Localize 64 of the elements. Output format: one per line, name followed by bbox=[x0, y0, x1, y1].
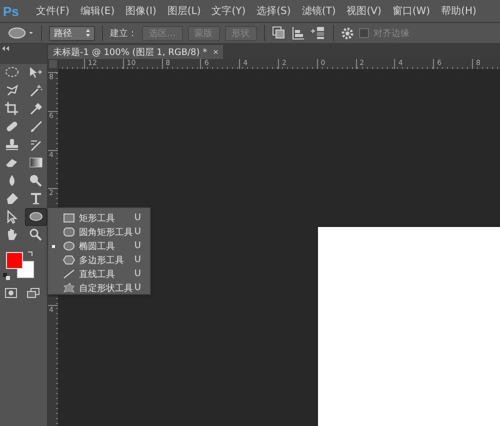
ellipse-icon bbox=[29, 210, 43, 224]
dropdown-arrow-icon bbox=[86, 29, 90, 37]
collapse-icon[interactable] bbox=[2, 46, 10, 51]
lollipop-icon bbox=[29, 174, 43, 188]
pen-icon bbox=[5, 192, 19, 206]
path-operations-icon[interactable] bbox=[272, 26, 286, 40]
rectangle-icon bbox=[63, 213, 75, 223]
shortcut-key: U bbox=[134, 241, 141, 251]
lasso-icon bbox=[5, 84, 19, 98]
menu-item[interactable]: 选择(S) bbox=[256, 4, 291, 18]
eraser-icon bbox=[5, 156, 19, 170]
foreground-color-swatch[interactable] bbox=[6, 252, 23, 269]
shortcut-key: U bbox=[134, 283, 141, 293]
app-logo: Ps bbox=[3, 4, 19, 18]
menu-item[interactable]: 椭圆工具 bbox=[79, 240, 134, 252]
wand-icon bbox=[29, 84, 43, 98]
menu-item[interactable]: 图像(I) bbox=[126, 4, 156, 18]
menu-item[interactable]: 视图(V) bbox=[346, 4, 382, 18]
gradient-icon bbox=[29, 156, 43, 170]
menu-item[interactable]: 直线工具 bbox=[79, 268, 134, 280]
arrow-cursor-icon bbox=[5, 210, 19, 224]
shortcut-key: U bbox=[134, 255, 141, 265]
menu-item[interactable]: 图层(L) bbox=[167, 4, 201, 18]
menu-item[interactable]: 帮助(H) bbox=[441, 4, 476, 18]
move-arrow-icon bbox=[29, 66, 43, 80]
brush-icon bbox=[29, 120, 43, 134]
tool-button[interactable] bbox=[25, 208, 47, 226]
menu-item[interactable]: 滤镜(T) bbox=[302, 4, 336, 18]
ellipse-icon bbox=[63, 241, 75, 251]
swap-colors-icon[interactable] bbox=[27, 250, 34, 257]
menu-item[interactable]: 文件(F) bbox=[36, 4, 70, 18]
brush-icon bbox=[29, 138, 43, 152]
blob-shape-icon bbox=[63, 283, 75, 293]
hand-icon bbox=[5, 228, 19, 242]
menu-item[interactable]: 矩形工具 bbox=[79, 212, 134, 224]
line-icon bbox=[63, 269, 75, 279]
menu-item[interactable]: 文字(Y) bbox=[212, 4, 246, 18]
document-tab[interactable]: 未标题-1 @ 100% (图层 1, RGB/8) * × bbox=[48, 45, 224, 59]
close-button[interactable]: × bbox=[213, 47, 218, 57]
shortcut-key: U bbox=[134, 227, 141, 237]
shortcut-key: U bbox=[134, 269, 141, 279]
dashed-ellipse-icon bbox=[5, 66, 19, 80]
crop-icon bbox=[5, 102, 19, 116]
hexagon-icon bbox=[63, 255, 75, 265]
gear-icon[interactable] bbox=[340, 26, 354, 40]
make-label: 建立： bbox=[110, 28, 137, 40]
document-title: 未标题-1 @ 100% (图层 1, RGB/8) * bbox=[53, 46, 208, 58]
rounded-rectangle-icon bbox=[63, 227, 75, 237]
menu-item[interactable]: 自定形状工具 bbox=[79, 282, 134, 294]
menu-item[interactable]: 窗口(W) bbox=[392, 4, 430, 18]
menu-item[interactable]: 编辑(E) bbox=[80, 4, 115, 18]
type-icon bbox=[29, 192, 43, 206]
menu-item[interactable]: 圆角矩形工具 bbox=[79, 226, 134, 238]
menu-item[interactable]: 多边形工具 bbox=[79, 254, 134, 266]
shortcut-key: U bbox=[134, 213, 141, 223]
quick-mask-icon[interactable] bbox=[5, 288, 17, 298]
path-arrangement-icon[interactable] bbox=[310, 26, 326, 40]
stamp-icon bbox=[5, 138, 19, 152]
path-alignment-icon[interactable] bbox=[290, 26, 305, 40]
zoom-icon bbox=[29, 228, 43, 242]
ellipse-icon[interactable] bbox=[8, 27, 34, 39]
mode-dropdown[interactable]: 路径 bbox=[49, 26, 95, 40]
screen-mode-icon[interactable] bbox=[27, 288, 40, 299]
default-colors-icon[interactable] bbox=[3, 273, 10, 280]
